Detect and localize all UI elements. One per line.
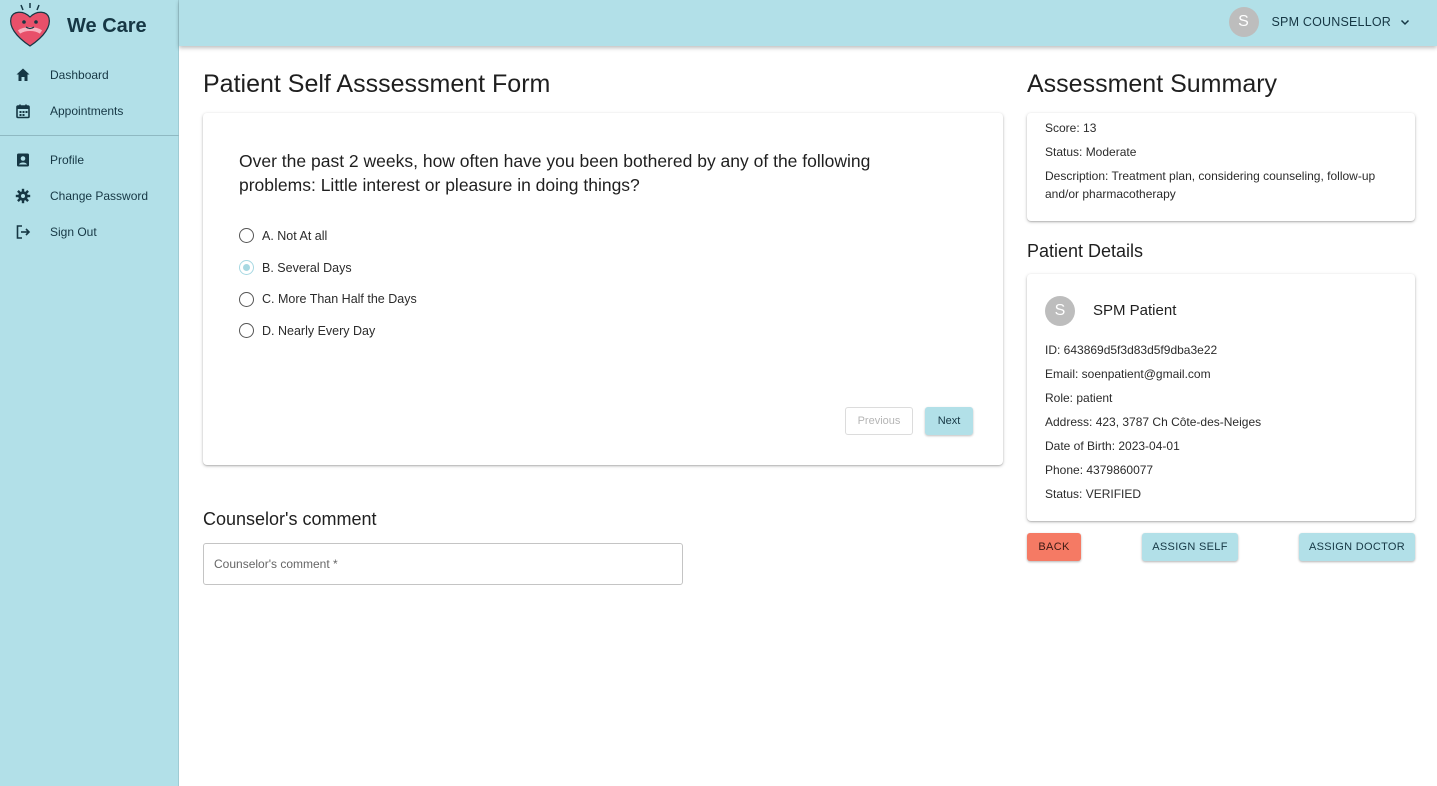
sidebar-divider [0,135,179,136]
status-text: Status: Moderate [1045,145,1137,159]
patient-avatar: S [1045,296,1075,326]
sidebar-item-label: Profile [50,153,85,167]
patient-id: ID: 643869d5f3d83d5f9dba3e22 [1045,343,1218,357]
user-name: SPM COUNSELLOR [1271,15,1391,29]
patient-details-title: Patient Details [1027,241,1144,261]
sidebar-item-label: Appointments [50,104,124,118]
patient-name: SPM Patient [1093,302,1177,319]
answer-options: A. Not At all B. Several Days C. More Th… [239,220,417,347]
patient-status: Status: VERIFIED [1045,487,1142,501]
patient-details-card: S SPM Patient ID: 643869d5f3d83d5f9dba3e… [1027,274,1415,521]
sidebar-item-dashboard[interactable]: Dashboard [0,57,179,93]
page-title: Patient Self Asssessment Form [203,70,551,98]
option-c[interactable]: C. More Than Half the Days [239,283,417,315]
nav-account: Profile Change Password Sign Out [0,142,179,250]
avatar: S [1228,7,1259,37]
profile-icon [15,152,31,168]
next-button[interactable]: Next [925,407,973,435]
question-card: Over the past 2 weeks, how often have yo… [203,113,1003,465]
patient-address: Address: 423, 3787 Ch Côte-des-Neiges [1045,415,1262,429]
sidebar: We Care Dashboard Appointments Profile C… [0,0,179,786]
heart-mascot-logo [10,3,50,47]
option-b[interactable]: B. Several Days [239,252,417,284]
option-label: C. More Than Half the Days [262,292,417,307]
patient-email: Email: soenpatient@gmail.com [1045,367,1211,381]
assessment-summary-card: Score: 13 Status: Moderate Description: … [1027,113,1415,221]
nav-main: Dashboard Appointments [0,57,179,129]
sidebar-item-label: Dashboard [50,68,109,82]
patient-dob: Date of Birth: 2023-04-01 [1045,439,1180,453]
logout-icon [15,224,31,240]
gear-icon [15,188,31,204]
radio-button[interactable] [239,228,254,244]
calendar-icon [15,103,31,119]
brand[interactable]: We Care [0,0,179,50]
previous-button[interactable]: Previous [845,407,913,435]
option-a[interactable]: A. Not At all [239,220,417,252]
patient-role: Role: patient [1045,391,1113,405]
option-label: D. Nearly Every Day [262,323,376,338]
user-menu[interactable]: S SPM COUNSELLOR [1228,7,1412,37]
assign-doctor-button[interactable]: ASSIGN DOCTOR [1299,533,1415,561]
sidebar-item-sign-out[interactable]: Sign Out [0,214,179,250]
patient-phone: Phone: 4379860077 [1045,463,1154,477]
sidebar-item-appointments[interactable]: Appointments [0,93,179,129]
counselor-comment-field[interactable] [203,543,683,585]
counselor-comment-input[interactable] [214,555,669,573]
sidebar-item-change-password[interactable]: Change Password [0,178,179,214]
chevron-down-icon [1400,19,1410,26]
comment-section-title: Counselor's comment [203,509,377,529]
option-label: A. Not At all [262,228,328,243]
back-button[interactable]: BACK [1027,533,1081,561]
description-text: Description: Treatment plan, considering… [1045,169,1376,201]
summary-title: Assessment Summary [1027,70,1278,98]
score-text: Score: 13 [1045,121,1097,135]
radio-button[interactable] [239,291,254,307]
sidebar-item-profile[interactable]: Profile [0,142,179,178]
question-text: Over the past 2 weeks, how often have yo… [239,151,871,195]
app-name: We Care [67,15,147,37]
top-app-bar: S SPM COUNSELLOR [179,0,1437,46]
option-label: B. Several Days [262,260,352,275]
assign-self-button[interactable]: ASSIGN SELF [1142,533,1238,561]
option-d[interactable]: D. Nearly Every Day [239,315,417,347]
sidebar-item-label: Sign Out [50,225,97,239]
radio-button-selected[interactable] [239,260,254,276]
home-icon [15,67,31,83]
radio-button[interactable] [239,323,254,339]
sidebar-item-label: Change Password [50,189,149,203]
